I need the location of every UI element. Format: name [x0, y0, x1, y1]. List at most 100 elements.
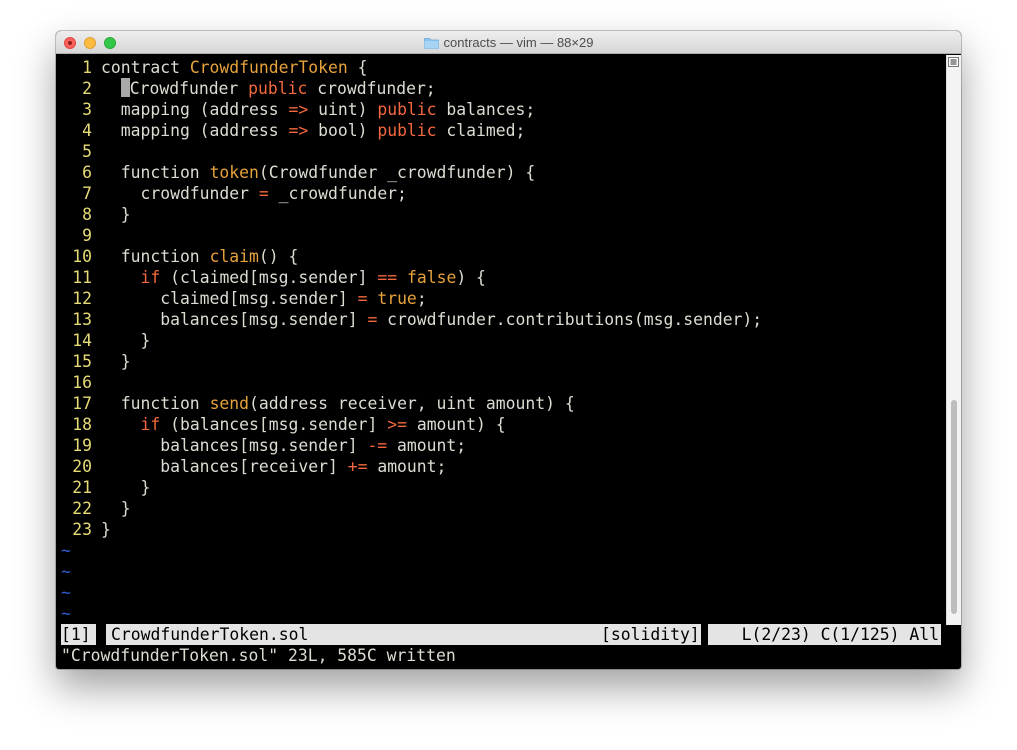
- code-token: public: [377, 100, 437, 119]
- code-token: (claimed[msg.sender]: [160, 268, 378, 287]
- line-code: }: [101, 477, 150, 498]
- code-token: amount) {: [406, 415, 506, 434]
- code-token: ) {: [456, 268, 486, 287]
- code-line[interactable]: 7 crowdfunder = _crowdfunder;: [56, 183, 407, 204]
- statusline-separator: [96, 624, 106, 645]
- menu-icon[interactable]: [948, 57, 959, 67]
- code-token: function: [101, 163, 210, 182]
- code-line[interactable]: 9: [56, 225, 101, 246]
- code-token: function: [101, 247, 210, 266]
- code-line[interactable]: 11 if (claimed[msg.sender] == false) {: [56, 267, 486, 288]
- code-line[interactable]: 21 }: [56, 477, 150, 498]
- terminal-window: contracts — vim — 88×29 1 contract Crowdf…: [56, 31, 961, 669]
- code-line[interactable]: 2 Crowdfunder public crowdfunder;: [56, 78, 436, 99]
- line-number: 7: [82, 184, 92, 203]
- vim-editor[interactable]: 1 contract CrowdfunderToken {2 Crowdfunde…: [56, 55, 946, 625]
- code-token: claimed[msg.sender]: [101, 289, 358, 308]
- title-bar: contracts — vim — 88×29: [56, 31, 961, 54]
- code-line[interactable]: 23}: [56, 519, 111, 540]
- code-token: (balances[msg.sender]: [160, 415, 388, 434]
- code-token: }: [101, 520, 111, 539]
- code-line[interactable]: 19 balances[msg.sender] -= amount;: [56, 435, 466, 456]
- code-token: bool): [308, 121, 378, 140]
- code-line[interactable]: 8 }: [56, 204, 131, 225]
- code-line[interactable]: 20 balances[receiver] += amount;: [56, 456, 446, 477]
- code-token: crowdfunder;: [307, 79, 436, 98]
- code-token: balances[msg.sender]: [101, 436, 368, 455]
- filename: CrowdfunderToken.sol: [111, 625, 309, 644]
- code-token: () {: [258, 247, 299, 266]
- code-line[interactable]: 14 }: [56, 330, 150, 351]
- code-line[interactable]: 10 function claim() {: [56, 246, 298, 267]
- line-code: balances[receiver] += amount;: [101, 456, 446, 477]
- line-number: 8: [82, 205, 92, 224]
- line-code: }: [101, 204, 131, 225]
- line-number: 11: [72, 268, 92, 287]
- code-token: +=: [347, 457, 368, 476]
- code-token: (address receiver, uint amount) {: [249, 394, 575, 413]
- code-line[interactable]: 5: [56, 141, 101, 162]
- line-number: 16: [72, 373, 92, 392]
- code-line[interactable]: 15 }: [56, 351, 131, 372]
- code-token: ==: [377, 268, 398, 287]
- line-code: mapping (address => uint) public balance…: [101, 99, 536, 120]
- scrollbar-thumb[interactable]: [951, 400, 957, 614]
- code-token: }: [101, 331, 151, 350]
- code-token: false: [406, 268, 457, 287]
- line-number: 3: [82, 100, 92, 119]
- code-token: crowdfunder.contributions(msg.sender);: [377, 310, 763, 329]
- code-token: =: [258, 184, 269, 203]
- text-cursor: [120, 78, 130, 97]
- line-code: Crowdfunder public crowdfunder;: [101, 78, 436, 99]
- code-token: amount;: [367, 457, 447, 476]
- code-token: Crowdfunder: [129, 79, 249, 98]
- code-line[interactable]: 17 function send(address receiver, uint …: [56, 393, 575, 414]
- code-line[interactable]: 13 balances[msg.sender] = crowdfunder.co…: [56, 309, 762, 330]
- line-code: function send(address receiver, uint amo…: [101, 393, 575, 414]
- code-line[interactable]: 1 contract CrowdfunderToken {: [56, 57, 367, 78]
- buffer-number: [1]: [61, 625, 91, 644]
- code-token: =: [357, 289, 368, 308]
- code-line[interactable]: 18 if (balances[msg.sender] >= amount) {: [56, 414, 506, 435]
- line-number: 17: [72, 394, 92, 413]
- line-number: 14: [72, 331, 92, 350]
- line-number: 21: [72, 478, 92, 497]
- code-token: token: [209, 163, 259, 182]
- code-line[interactable]: 4 mapping (address => bool) public claim…: [56, 120, 525, 141]
- code-line[interactable]: 6 function token(Crowdfunder _crowdfunde…: [56, 162, 535, 183]
- command-line-message: "CrowdfunderToken.sol" 23L, 585C written: [61, 646, 456, 665]
- line-number: 9: [82, 226, 92, 245]
- code-token: CrowdfunderToken: [189, 58, 348, 77]
- line-code: }: [101, 519, 111, 540]
- code-token: if: [140, 415, 161, 434]
- code-token: =>: [288, 121, 309, 140]
- code-token: public: [377, 121, 437, 140]
- line-code: claimed[msg.sender] = true;: [101, 288, 426, 309]
- code-line[interactable]: 16: [56, 372, 101, 393]
- line-number: 22: [72, 499, 92, 518]
- line-number: 23: [72, 520, 92, 539]
- status-line: [1] CrowdfunderToken.sol [solidity] L(2/…: [61, 624, 941, 645]
- line-code: if (balances[msg.sender] >= amount) {: [101, 414, 506, 435]
- line-number: 20: [72, 457, 92, 476]
- code-line[interactable]: 22 }: [56, 498, 130, 519]
- code-token: crowdfunder: [101, 184, 259, 203]
- code-token: (Crowdfunder _crowdfunder) {: [258, 163, 536, 182]
- code-token: balances;: [436, 100, 536, 119]
- code-line[interactable]: 3 mapping (address => uint) public balan…: [56, 99, 535, 120]
- line-number: 19: [72, 436, 92, 455]
- line-code: function claim() {: [101, 246, 299, 267]
- code-token: _crowdfunder;: [268, 184, 407, 203]
- scrollbar[interactable]: [946, 55, 961, 625]
- folder-icon: [423, 37, 439, 49]
- line-code: balances[msg.sender] -= amount;: [101, 435, 466, 456]
- line-code: contract CrowdfunderToken {: [101, 57, 367, 78]
- code-token: {: [347, 58, 368, 77]
- line-code: }: [101, 351, 131, 372]
- code-line[interactable]: 12 claimed[msg.sender] = true;: [56, 288, 426, 309]
- code-token: }: [101, 205, 131, 224]
- code-token: public: [248, 79, 308, 98]
- filetype: [solidity]: [601, 625, 700, 644]
